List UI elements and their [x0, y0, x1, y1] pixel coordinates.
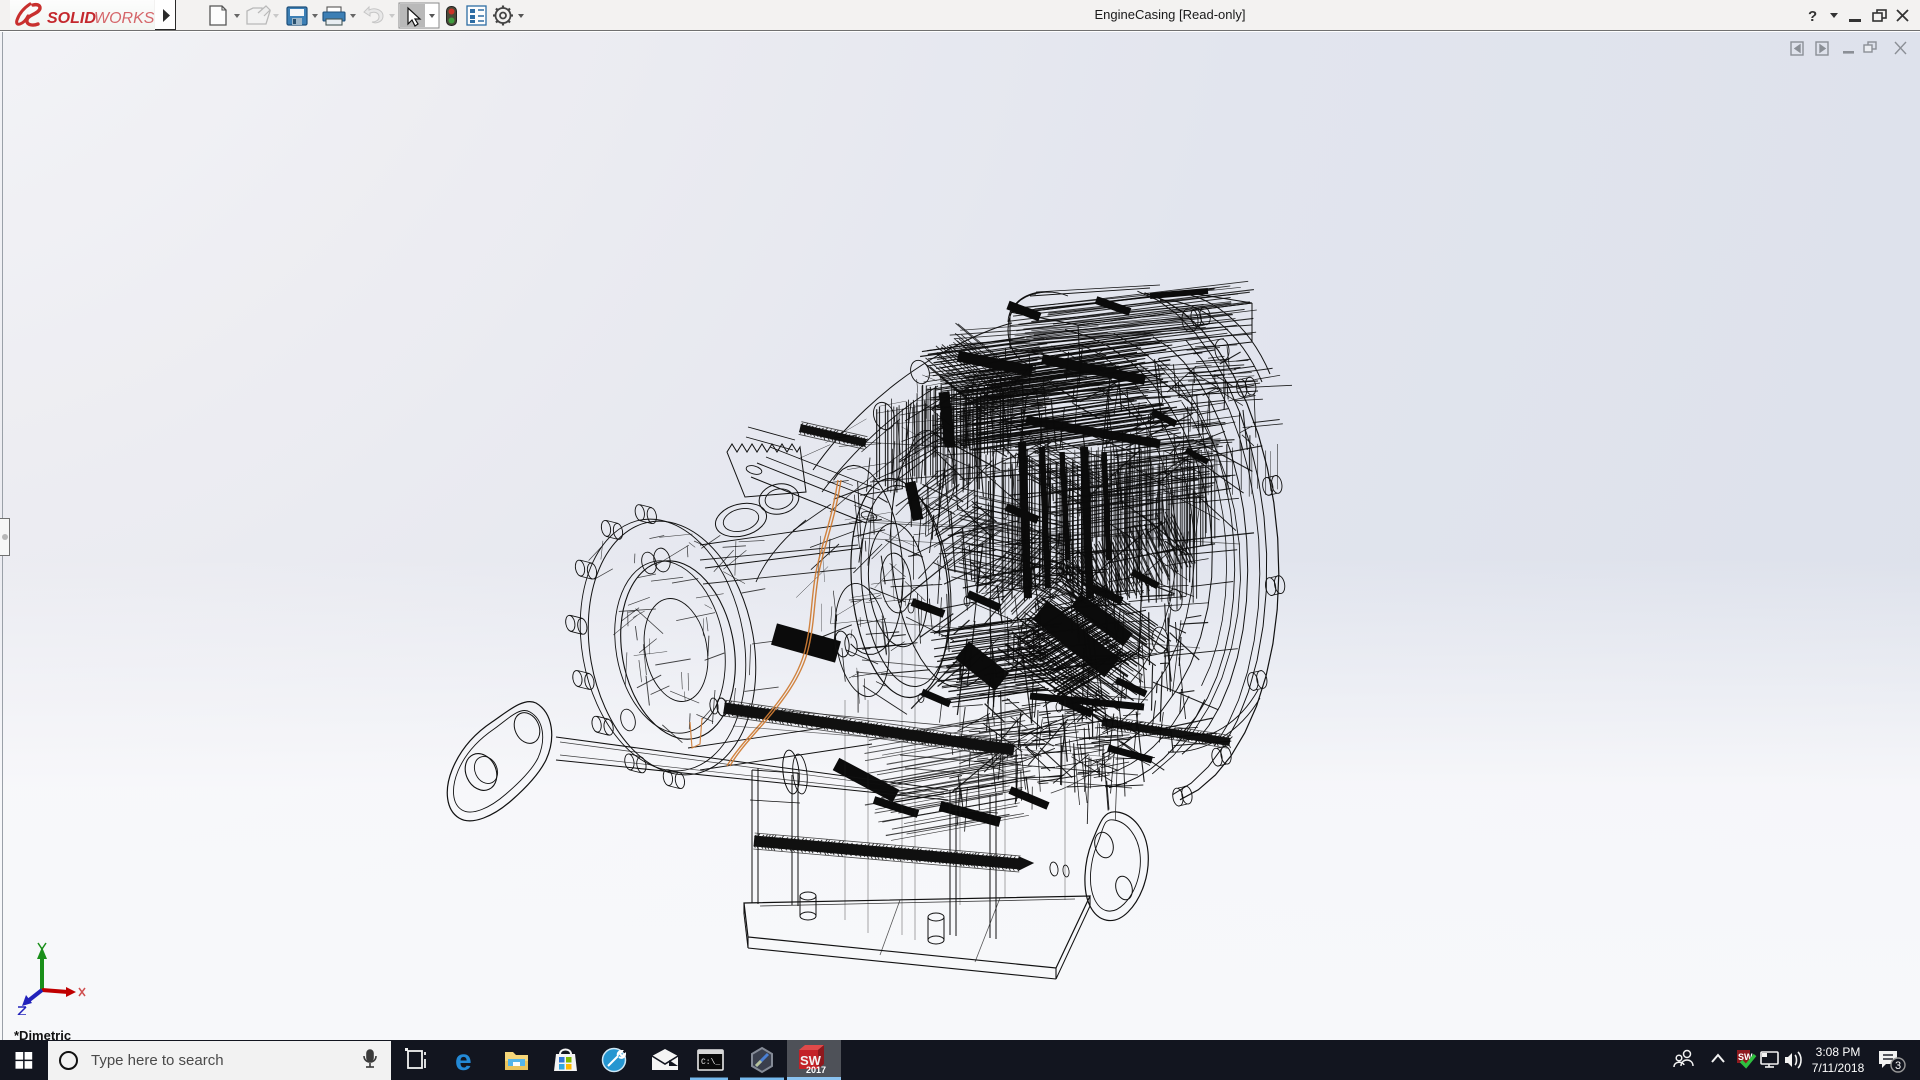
- svg-text:3: 3: [1895, 1060, 1901, 1072]
- svg-text:?: ?: [1808, 8, 1817, 25]
- svg-text:2017: 2017: [806, 1065, 826, 1075]
- svg-text:C:\_: C:\_: [701, 1058, 720, 1067]
- svg-text:e: e: [455, 1044, 472, 1077]
